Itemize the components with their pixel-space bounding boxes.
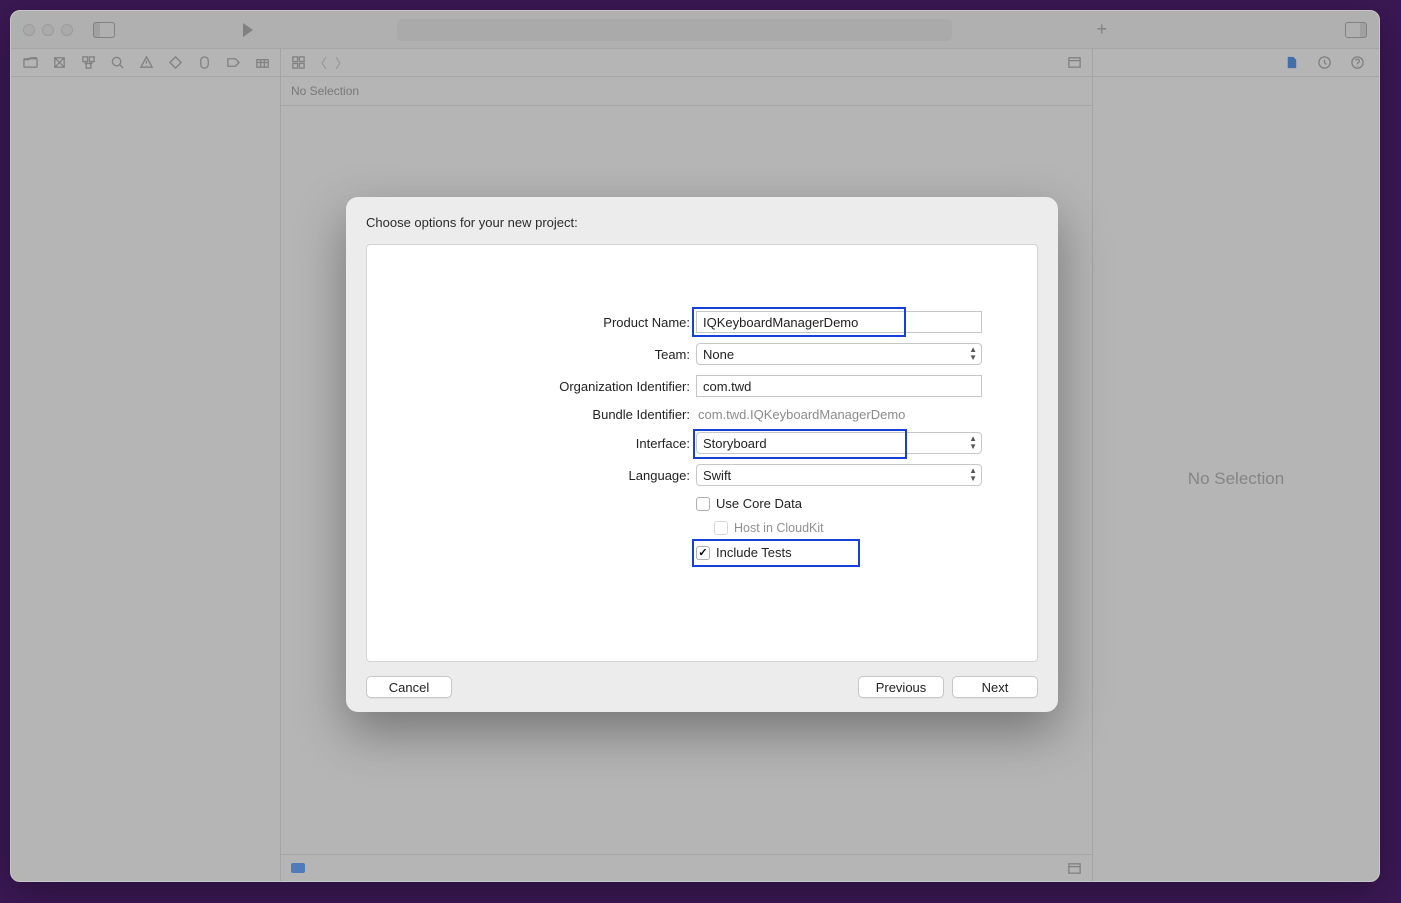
sheet-button-row: Cancel Previous Next xyxy=(366,676,1038,698)
include-tests-label: Include Tests xyxy=(716,545,792,560)
new-project-options-sheet: Choose options for your new project: Pro… xyxy=(346,197,1058,712)
team-value: None xyxy=(703,347,734,362)
use-core-data-row[interactable]: Use Core Data xyxy=(696,496,982,511)
popup-stepper-icon: ▲▼ xyxy=(969,435,977,451)
org-identifier-cell xyxy=(696,375,982,397)
xcode-window: + 〈 〉 No Selection xyxy=(10,10,1380,882)
options-form: Product Name: Team: None ▲▼ Organization… xyxy=(422,311,982,560)
use-core-data-label: Use Core Data xyxy=(716,496,802,511)
org-identifier-input[interactable] xyxy=(696,375,982,397)
bundle-identifier-label: Bundle Identifier: xyxy=(422,407,690,422)
sheet-title: Choose options for your new project: xyxy=(366,215,1038,230)
bundle-identifier-value: com.twd.IQKeyboardManagerDemo xyxy=(696,407,982,422)
language-value: Swift xyxy=(703,468,731,483)
cancel-button[interactable]: Cancel xyxy=(366,676,452,698)
interface-value: Storyboard xyxy=(703,436,767,451)
host-cloudkit-checkbox xyxy=(714,521,728,535)
host-cloudkit-label: Host in CloudKit xyxy=(734,521,824,535)
use-core-data-checkbox[interactable] xyxy=(696,497,710,511)
product-name-input[interactable] xyxy=(696,311,982,333)
language-popup[interactable]: Swift ▲▼ xyxy=(696,464,982,486)
include-tests-checkbox[interactable] xyxy=(696,546,710,560)
interface-label: Interface: xyxy=(422,436,690,451)
include-tests-row[interactable]: Include Tests xyxy=(696,545,982,560)
host-cloudkit-row: Host in CloudKit xyxy=(696,521,982,535)
team-label: Team: xyxy=(422,347,690,362)
org-identifier-label: Organization Identifier: xyxy=(422,379,690,394)
team-popup[interactable]: None ▲▼ xyxy=(696,343,982,365)
popup-stepper-icon: ▲▼ xyxy=(969,467,977,483)
product-name-cell xyxy=(696,311,982,333)
options-form-box: Product Name: Team: None ▲▼ Organization… xyxy=(366,244,1038,662)
next-button[interactable]: Next xyxy=(952,676,1038,698)
interface-popup[interactable]: Storyboard ▲▼ xyxy=(696,432,982,454)
language-label: Language: xyxy=(422,468,690,483)
popup-stepper-icon: ▲▼ xyxy=(969,346,977,362)
previous-button[interactable]: Previous xyxy=(858,676,944,698)
product-name-label: Product Name: xyxy=(422,315,690,330)
